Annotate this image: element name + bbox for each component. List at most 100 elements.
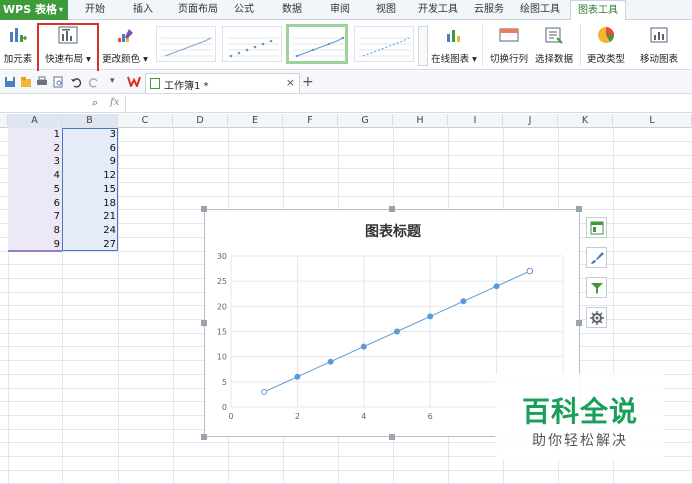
column-header-c[interactable]: C — [118, 114, 173, 128]
cell-a[interactable]: 6 — [8, 197, 62, 210]
tab-review[interactable]: 审阅 — [324, 0, 356, 20]
close-icon[interactable]: × — [286, 76, 295, 89]
redo-icon[interactable] — [88, 76, 100, 88]
save-icon[interactable] — [4, 76, 16, 88]
tab-chart-tools[interactable]: 图表工具 — [570, 0, 626, 21]
app-menu-button[interactable]: WPS 表格 ▾ — [0, 0, 68, 20]
change-color-label: 更改颜色 ▾ — [102, 54, 148, 65]
switch-row-col-icon — [499, 28, 519, 42]
x-tick-label: 4 — [361, 412, 366, 421]
open-icon[interactable] — [20, 76, 32, 88]
column-header-e[interactable]: E — [228, 114, 283, 128]
tab-developer[interactable]: 开发工具 — [414, 0, 462, 20]
cell-b[interactable]: 27 — [62, 238, 118, 251]
chart-style-3[interactable] — [286, 24, 348, 64]
chart-filter-icon — [591, 283, 603, 294]
column-header-l[interactable]: L — [613, 114, 692, 128]
cell-b[interactable]: 6 — [62, 142, 118, 155]
resize-handle[interactable] — [389, 434, 395, 440]
resize-handle[interactable] — [576, 206, 582, 212]
move-chart-label: 移动图表 — [639, 54, 678, 65]
qbar-dropdown-icon[interactable]: ▾ — [110, 76, 122, 88]
data-point[interactable] — [327, 358, 334, 365]
tab-insert[interactable]: 插入 — [126, 0, 160, 20]
column-header-j[interactable]: J — [503, 114, 558, 128]
resize-handle[interactable] — [201, 434, 207, 440]
resize-handle[interactable] — [201, 206, 207, 212]
cell-b[interactable]: 18 — [62, 197, 118, 210]
data-point[interactable] — [493, 283, 500, 290]
cell-a[interactable]: 7 — [8, 210, 62, 223]
chevron-down-icon: ▾ — [58, 5, 63, 14]
cell-a[interactable]: 2 — [8, 142, 62, 155]
chart-style-2[interactable] — [222, 26, 282, 62]
undo-icon[interactable] — [70, 76, 82, 88]
column-header-d[interactable]: D — [173, 114, 228, 128]
tab-cloud[interactable]: 云服务 — [470, 0, 508, 20]
data-point[interactable] — [360, 343, 367, 350]
zoom-search-icon[interactable]: ⌕ — [92, 96, 98, 110]
cell-b[interactable]: 24 — [62, 224, 118, 237]
data-point[interactable] — [294, 373, 301, 380]
select-all-corner[interactable] — [0, 114, 8, 128]
data-point[interactable] — [460, 298, 467, 305]
online-chart-button[interactable]: 在线图表 ▾ — [430, 24, 478, 66]
tab-data[interactable]: 数据 — [276, 0, 308, 20]
column-header-h[interactable]: H — [393, 114, 448, 128]
chart-settings-button[interactable] — [586, 307, 607, 328]
resize-handle[interactable] — [576, 320, 582, 326]
watermark-subtitle: 助你轻松解决 — [532, 433, 628, 449]
style-3-preview — [293, 36, 345, 58]
chart-filter-button[interactable] — [586, 277, 607, 298]
column-header-i[interactable]: I — [448, 114, 503, 128]
switch-row-col-button[interactable]: 切换行列 — [488, 24, 530, 66]
chart-style-4[interactable] — [354, 26, 414, 62]
change-color-button[interactable]: 更改颜色 ▾ — [100, 24, 150, 66]
data-point[interactable] — [394, 328, 400, 335]
new-tab-icon[interactable]: + — [302, 74, 314, 90]
chart-style-button[interactable] — [586, 247, 607, 268]
column-header-b[interactable]: B — [62, 114, 118, 128]
chart-style-1[interactable] — [156, 26, 216, 62]
add-element-button[interactable]: 加元素 — [0, 24, 36, 66]
select-data-button[interactable]: 选择数据 — [532, 24, 576, 66]
cell-a[interactable]: 1 — [8, 128, 62, 141]
cell-a[interactable]: 8 — [8, 224, 62, 237]
resize-handle[interactable] — [201, 320, 207, 326]
column-header-k[interactable]: K — [558, 114, 613, 128]
gallery-scrollbar[interactable] — [418, 26, 428, 66]
cell-a[interactable]: 4 — [8, 169, 62, 182]
tab-page-layout[interactable]: 页面布局 — [170, 0, 226, 20]
y-tick-label: 10 — [217, 353, 227, 362]
cell-b[interactable]: 15 — [62, 183, 118, 196]
cell-a[interactable]: 9 — [8, 238, 62, 251]
cell-b[interactable]: 12 — [62, 169, 118, 182]
cell-a[interactable]: 5 — [8, 183, 62, 196]
change-type-button[interactable]: 更改类型 — [584, 24, 628, 66]
data-point[interactable] — [261, 388, 268, 395]
cell-b[interactable]: 9 — [62, 155, 118, 168]
cell-b[interactable]: 3 — [62, 128, 118, 141]
column-header-g[interactable]: G — [338, 114, 393, 128]
y-tick-label: 30 — [217, 252, 227, 261]
cell-a[interactable]: 3 — [8, 155, 62, 168]
data-point[interactable] — [526, 267, 534, 275]
print-preview-icon[interactable] — [52, 76, 64, 88]
tab-view[interactable]: 视图 — [370, 0, 402, 20]
column-header-f[interactable]: F — [283, 114, 338, 128]
tab-home[interactable]: 开始 — [78, 0, 112, 20]
move-chart-button[interactable]: 移动图表 — [636, 24, 682, 66]
select-data-icon — [545, 27, 563, 44]
print-icon[interactable] — [36, 76, 48, 88]
wps-logo-icon — [127, 75, 141, 89]
document-tab[interactable]: 工作簿1 * × — [145, 73, 300, 93]
data-point[interactable] — [427, 313, 434, 320]
formula-input[interactable] — [126, 96, 692, 112]
fx-icon[interactable]: fx — [110, 97, 119, 108]
chart-elements-button[interactable] — [586, 217, 607, 238]
resize-handle[interactable] — [389, 206, 395, 212]
cell-b[interactable]: 21 — [62, 210, 118, 223]
tab-formula[interactable]: 公式 — [228, 0, 260, 20]
column-header-a[interactable]: A — [8, 114, 62, 128]
tab-drawing-tools[interactable]: 绘图工具 — [514, 0, 566, 20]
